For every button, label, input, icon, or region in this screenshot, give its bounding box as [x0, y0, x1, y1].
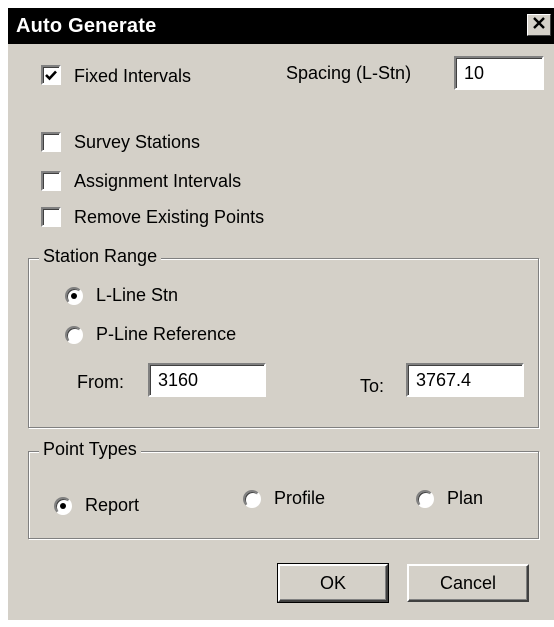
- remove-existing-points-checkbox[interactable]: [41, 207, 61, 227]
- from-input[interactable]: 3160: [148, 363, 266, 397]
- fixed-intervals-label: Fixed Intervals: [74, 66, 192, 86]
- title-bar[interactable]: Auto Generate: [8, 8, 554, 44]
- close-icon: [532, 16, 546, 35]
- survey-stations-checkbox[interactable]: [41, 132, 61, 152]
- auto-generate-dialog: Auto Generate Fixed Intervals Spacing (L…: [8, 8, 554, 620]
- profile-label: Profile: [274, 488, 326, 508]
- plan-label: Plan: [447, 488, 484, 508]
- checkmark-icon: [45, 70, 57, 81]
- p-line-reference-label: P-Line Reference: [96, 324, 237, 344]
- cancel-button[interactable]: Cancel: [407, 564, 529, 602]
- spacing-label: Spacing (L-Stn): [286, 63, 412, 83]
- profile-radio[interactable]: [243, 490, 261, 508]
- from-label: From:: [77, 372, 124, 392]
- l-line-stn-label: L-Line Stn: [96, 285, 179, 305]
- to-label: To:: [360, 376, 385, 396]
- point-types-title: Point Types: [39, 439, 141, 460]
- radio-selected-dot: [71, 293, 77, 299]
- remove-existing-points-label: Remove Existing Points: [74, 207, 265, 227]
- fixed-intervals-checkbox[interactable]: [41, 65, 61, 85]
- close-button[interactable]: [527, 14, 551, 36]
- plan-radio[interactable]: [416, 490, 434, 508]
- ok-button[interactable]: OK: [277, 563, 389, 603]
- spacing-input[interactable]: 10: [454, 56, 544, 90]
- to-input[interactable]: 3767.4: [406, 363, 524, 397]
- assignment-intervals-label: Assignment Intervals: [74, 171, 242, 191]
- p-line-reference-radio[interactable]: [65, 326, 83, 344]
- report-radio[interactable]: [54, 497, 72, 515]
- assignment-intervals-checkbox[interactable]: [41, 171, 61, 191]
- report-label: Report: [85, 495, 140, 515]
- dialog-title: Auto Generate: [16, 15, 157, 37]
- radio-selected-dot: [60, 503, 66, 509]
- l-line-stn-radio[interactable]: [65, 287, 83, 305]
- survey-stations-label: Survey Stations: [74, 132, 201, 152]
- station-range-title: Station Range: [39, 246, 162, 267]
